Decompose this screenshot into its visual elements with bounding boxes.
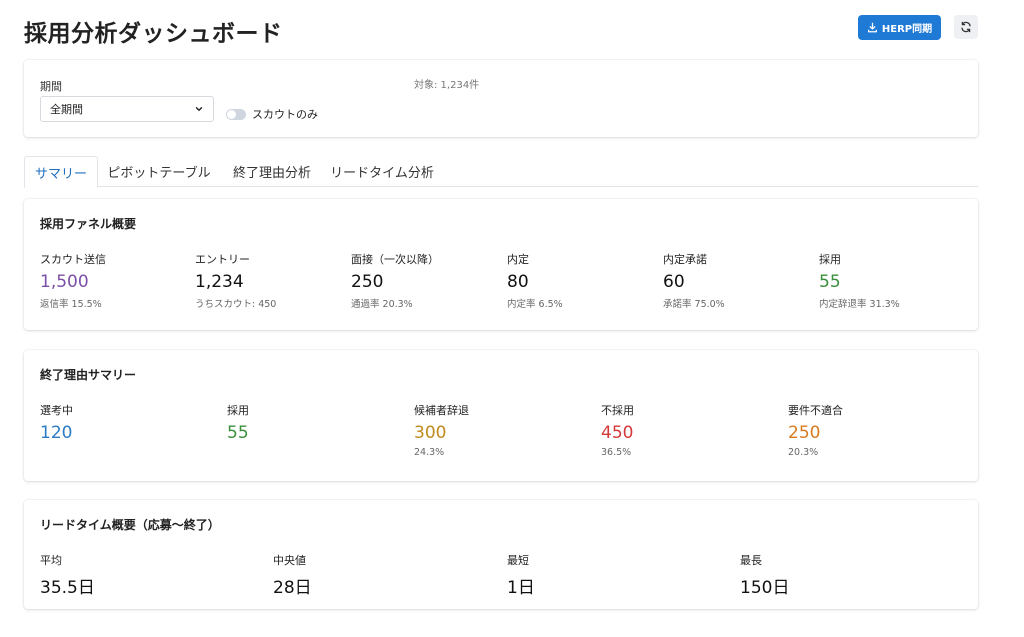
funnel-metric: スカウト送信 1,500 返信率 15.5%: [40, 251, 106, 310]
metric-sub: うちスカウト: 450: [195, 299, 277, 310]
metric-label: 平均: [40, 554, 62, 567]
metric-value: 150日: [740, 578, 790, 598]
metric-label: スカウト送信: [40, 253, 106, 266]
page-title: 採用分析ダッシュボード: [24, 21, 283, 47]
metric-value: 120: [40, 423, 73, 443]
funnel-metric: 内定承諾 60 承諾率 75.0%: [663, 251, 725, 310]
metric-value: 55: [227, 423, 249, 443]
metric-label: 選考中: [40, 404, 73, 417]
scout-only-label: スカウトのみ: [252, 108, 318, 121]
period-label: 期間: [40, 80, 62, 93]
metric-label: 内定: [507, 253, 529, 266]
tab-summary[interactable]: サマリー: [24, 156, 98, 188]
filter-panel: 期間 全期間 スカウトのみ 対象: 1,234件: [24, 60, 978, 137]
metric-value: 300: [414, 423, 447, 443]
metric-label: 最短: [507, 554, 529, 567]
metric-sub: 20.3%: [788, 447, 819, 458]
funnel-metric: 内定 80 内定率 6.5%: [507, 251, 563, 310]
funnel-overview-card: 採用ファネル概要 スカウト送信 1,500 返信率 15.5% エントリー 1,…: [24, 199, 978, 330]
metric-value: 60: [663, 272, 685, 292]
refresh-button[interactable]: [954, 15, 978, 39]
leadtime-metric: 平均 35.5日: [40, 552, 95, 598]
download-icon: [867, 22, 877, 33]
metric-value: 55: [819, 272, 841, 292]
reason-metric: 不採用 450 36.5%: [601, 402, 634, 458]
leadtime-metric: 最短 1日: [507, 552, 535, 598]
leadtime-metric: 最長 150日: [740, 552, 789, 598]
metric-label: 面接（一次以降）: [351, 253, 439, 266]
period-select[interactable]: 全期間: [40, 96, 214, 122]
leadtime-overview-card: リードタイム概要（応募〜終了） 平均 35.5日 中央値 28日 最短 1日 最…: [24, 500, 978, 609]
tab-pivot-table[interactable]: ピボットテーブル: [104, 156, 214, 187]
metric-value: 450: [601, 423, 634, 443]
end-reason-title: 終了理由サマリー: [40, 368, 137, 382]
metric-label: 要件不適合: [788, 404, 843, 417]
metric-sub: 返信率 15.5%: [40, 299, 102, 310]
metric-value: 28日: [273, 578, 312, 598]
leadtime-title: リードタイム概要（応募〜終了）: [40, 518, 220, 532]
funnel-metric: 面接（一次以降） 250 通過率 20.3%: [351, 251, 439, 310]
metric-value: 250: [788, 423, 821, 443]
herp-sync-button[interactable]: HERP同期: [858, 15, 941, 40]
funnel-metric: 採用 55 内定辞退率 31.3%: [819, 251, 900, 310]
metric-value: 80: [507, 272, 529, 292]
metric-value: 1日: [507, 578, 535, 598]
metric-sub: 36.5%: [601, 447, 632, 458]
toggle-switch[interactable]: [226, 108, 246, 120]
scout-only-toggle[interactable]: スカウトのみ: [226, 106, 318, 122]
tab-end-reason-analysis[interactable]: 終了理由分析: [227, 156, 317, 187]
reason-metric: 要件不適合 250 20.3%: [788, 402, 843, 458]
funnel-title: 採用ファネル概要: [40, 217, 137, 231]
metric-label: 最長: [740, 554, 762, 567]
metric-sub: 24.3%: [414, 447, 445, 458]
chevron-down-icon: [195, 107, 203, 111]
metric-sub: 通過率 20.3%: [351, 299, 413, 310]
target-count: 対象: 1,234件: [414, 80, 480, 91]
toggle-thumb: [227, 109, 236, 119]
funnel-metric: エントリー 1,234 うちスカウト: 450: [195, 251, 276, 310]
metric-value: 35.5日: [40, 578, 95, 598]
tab-leadtime-analysis[interactable]: リードタイム分析: [327, 156, 437, 187]
metric-sub: 内定率 6.5%: [507, 299, 563, 310]
metric-value: 1,234: [195, 272, 244, 292]
period-select-value: 全期間: [50, 103, 83, 116]
reason-metric: 選考中 120: [40, 402, 73, 447]
tab-bar: サマリー ピボットテーブル 終了理由分析 リードタイム分析: [24, 156, 978, 188]
metric-label: 中央値: [273, 554, 306, 567]
metric-label: 候補者辞退: [414, 404, 469, 417]
metric-label: 採用: [227, 404, 249, 417]
leadtime-metric: 中央値 28日: [273, 552, 312, 598]
refresh-icon: [961, 21, 971, 33]
metric-label: エントリー: [195, 253, 250, 266]
metric-value: 1,500: [40, 272, 89, 292]
reason-metric: 採用 55: [227, 402, 249, 447]
metric-value: 250: [351, 272, 384, 292]
reason-metric: 候補者辞退 300 24.3%: [414, 402, 469, 458]
end-reason-summary-card: 終了理由サマリー 選考中 120 採用 55 候補者辞退 300 24.3% 不…: [24, 350, 978, 481]
metric-sub: 内定辞退率 31.3%: [819, 299, 900, 310]
herp-sync-label: HERP同期: [881, 24, 933, 35]
metric-label: 内定承諾: [663, 253, 707, 266]
metric-label: 不採用: [601, 404, 634, 417]
metric-sub: 承諾率 75.0%: [663, 299, 725, 310]
metric-label: 採用: [819, 253, 841, 266]
